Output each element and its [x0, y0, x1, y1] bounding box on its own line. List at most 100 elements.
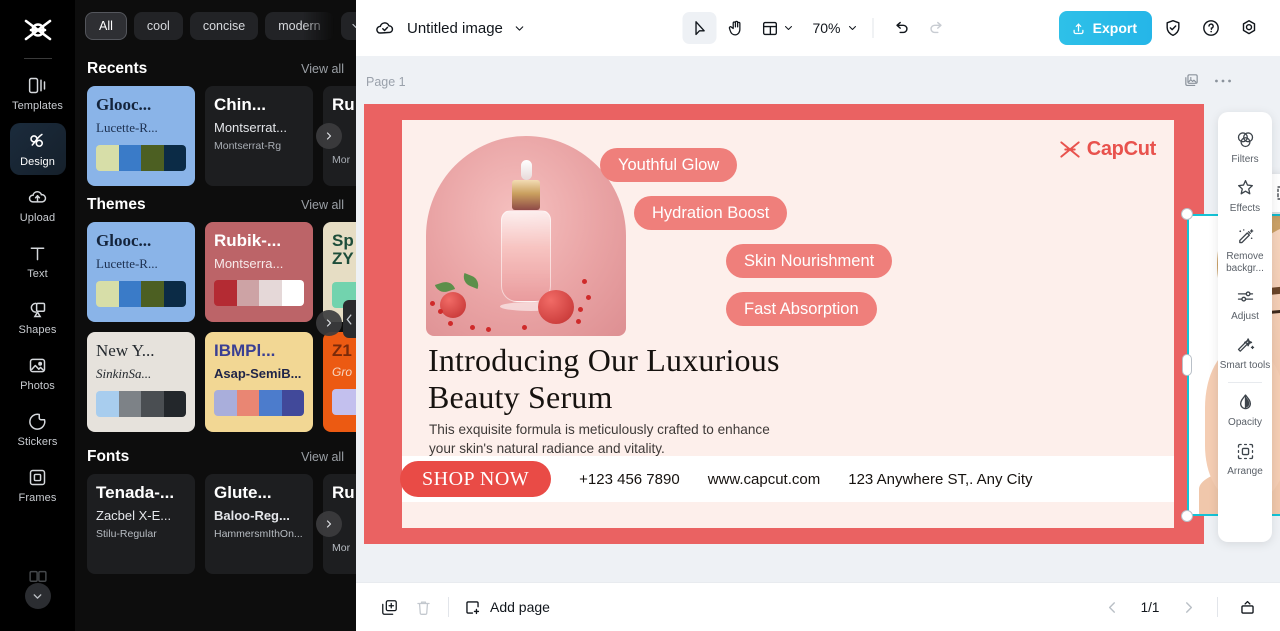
panel-item-label: Effects: [1229, 202, 1261, 214]
text-icon: [27, 243, 49, 265]
rose-graphic: [440, 292, 466, 318]
present-button[interactable]: [1230, 590, 1264, 624]
delete-page-button[interactable]: [406, 590, 440, 624]
panel-item-filters[interactable]: Filters: [1219, 122, 1271, 171]
contact-website[interactable]: www.capcut.com: [708, 471, 821, 488]
rose-graphic: [538, 290, 574, 324]
font-card[interactable]: Tenada-... Zacbel X-E... Stilu-Regular: [87, 474, 195, 574]
zoom-caret-icon[interactable]: [847, 22, 863, 34]
resize-handle-left-middle[interactable]: [1182, 354, 1192, 376]
resize-handle-bottom-left[interactable]: [1181, 510, 1193, 522]
duplicate-page-icon[interactable]: [1183, 72, 1200, 89]
sidebar-item-upload[interactable]: Upload: [10, 179, 66, 231]
design-artboard[interactable]: Youthful Glow Hydration Boost Skin Nouri…: [364, 104, 1204, 544]
duplicate-page-button[interactable]: [372, 590, 406, 624]
sidebar-label: Frames: [18, 491, 57, 504]
feature-pill[interactable]: Youthful Glow: [600, 148, 738, 182]
theme-card[interactable]: Z1 Gro: [323, 332, 356, 432]
shop-now-button[interactable]: SHOP NOW: [400, 461, 552, 497]
card-line2: Lucette-R...: [96, 255, 158, 271]
panel-collapse-handle[interactable]: [343, 300, 356, 338]
theme-card[interactable]: IBMPl... Asap-SemiB...: [205, 332, 313, 432]
sidebar-label: Upload: [19, 211, 56, 224]
contact-phone[interactable]: +123 456 7890: [579, 471, 680, 488]
template-card[interactable]: Glooc... Lucette-R...: [87, 86, 195, 186]
recents-next-arrow[interactable]: [316, 123, 342, 149]
themes-next-arrow[interactable]: [316, 310, 342, 336]
smart-tools-wand-icon: [1235, 335, 1256, 356]
redo-button[interactable]: [920, 12, 954, 44]
document-title[interactable]: Untitled image: [407, 20, 503, 37]
canvas-area[interactable]: Page 1 Youthful Glow Hydration Boost Ski…: [356, 56, 1280, 582]
view-all-recents[interactable]: View all: [301, 62, 344, 76]
theme-card[interactable]: New Y... SinkinSa...: [87, 332, 195, 432]
settings-gear-icon[interactable]: [1232, 11, 1266, 45]
title-dropdown-caret-icon[interactable]: [513, 22, 526, 35]
theme-card[interactable]: Rubik-... Montserra...: [205, 222, 313, 322]
capcut-watermark[interactable]: CapCut: [1058, 138, 1156, 161]
sidebar-label: Templates: [11, 99, 64, 112]
panel-item-effects[interactable]: Effects: [1219, 171, 1271, 220]
sidebar-item-frames[interactable]: Frames: [10, 459, 66, 511]
card-line2: Asap-SemiB...: [214, 365, 302, 381]
rail-more-button[interactable]: [24, 583, 51, 609]
template-card[interactable]: Chin... Montserrat... Montserrat-Rg: [205, 86, 313, 186]
sidebar-item-stickers[interactable]: Stickers: [10, 403, 66, 455]
card-line1: Glute...: [214, 484, 272, 502]
view-all-fonts[interactable]: View all: [301, 450, 344, 464]
card-line1: Glooc...: [96, 96, 152, 114]
design-subcopy[interactable]: This exquisite formula is meticulously c…: [429, 420, 779, 459]
help-circle-icon[interactable]: [1194, 11, 1228, 45]
export-button[interactable]: Export: [1058, 11, 1152, 45]
shield-check-icon[interactable]: [1156, 11, 1190, 45]
feature-pill[interactable]: Hydration Boost: [634, 196, 788, 230]
panel-item-adjust[interactable]: Adjust: [1219, 279, 1271, 328]
panel-item-opacity[interactable]: Opacity: [1219, 385, 1271, 434]
recents-row: Glooc... Lucette-R... Chin... Montserrat…: [75, 86, 356, 186]
panel-item-label: Adjust: [1231, 311, 1259, 322]
zoom-level[interactable]: 70%: [802, 20, 844, 36]
card-line2: Zacbel X-E...: [96, 507, 172, 523]
panel-item-smart-tools[interactable]: Smart tools: [1219, 328, 1271, 377]
select-tool-button[interactable]: [682, 12, 717, 44]
panel-item-remove-background[interactable]: Remove backgr...: [1219, 219, 1271, 279]
templates-icon: [27, 75, 49, 97]
capcut-editor: Templates Design Upload Text Shapes Phot…: [0, 0, 1280, 631]
layout-tool-button[interactable]: [754, 12, 800, 44]
prev-page-button[interactable]: [1095, 590, 1129, 624]
font-card[interactable]: Glute... Baloo-Reg... HammersmIthOn...: [205, 474, 313, 574]
chip-cool[interactable]: cool: [133, 12, 183, 40]
sidebar-label: Stickers: [17, 435, 58, 448]
adjust-sliders-icon: [1235, 286, 1256, 307]
sidebar-item-shapes[interactable]: Shapes: [10, 291, 66, 343]
hand-tool-button[interactable]: [718, 12, 752, 44]
cloud-saved-icon[interactable]: [374, 17, 396, 39]
chip-modern[interactable]: modern: [265, 12, 334, 40]
panel-item-arrange[interactable]: Arrange: [1219, 434, 1271, 483]
product-image[interactable]: [426, 136, 626, 336]
chips-expand-button[interactable]: [340, 12, 356, 40]
sidebar-item-text[interactable]: Text: [10, 235, 66, 287]
chip-all[interactable]: All: [85, 12, 127, 40]
contact-address[interactable]: 123 Anywhere ST,. Any City: [848, 471, 1032, 488]
design-headline[interactable]: Introducing Our Luxurious Beauty Serum: [428, 342, 828, 416]
sidebar-label: Design: [20, 155, 55, 168]
next-page-button[interactable]: [1171, 590, 1205, 624]
card-line1: Tenada-...: [96, 484, 175, 502]
theme-card[interactable]: Glooc... Lucette-R...: [87, 222, 195, 322]
chip-concise[interactable]: concise: [189, 12, 259, 40]
sidebar-item-design[interactable]: Design: [9, 123, 66, 175]
sidebar-item-templates[interactable]: Templates: [10, 67, 66, 119]
undo-button[interactable]: [884, 12, 918, 44]
feature-pill[interactable]: Skin Nourishment: [726, 244, 893, 278]
design-inner-panel: Youthful Glow Hydration Boost Skin Nouri…: [400, 120, 1174, 528]
add-page-button[interactable]: Add page: [463, 598, 550, 617]
resize-handle-top-left[interactable]: [1181, 208, 1193, 220]
capcut-logo-icon[interactable]: [18, 10, 58, 50]
feature-pill[interactable]: Fast Absorption: [726, 292, 877, 326]
sidebar-item-photos[interactable]: Photos: [10, 347, 66, 399]
bottom-toolbar: Add page 1/1: [356, 582, 1280, 631]
more-options-icon[interactable]: [1214, 78, 1232, 84]
view-all-themes[interactable]: View all: [301, 198, 344, 212]
fonts-next-arrow[interactable]: [316, 511, 342, 537]
